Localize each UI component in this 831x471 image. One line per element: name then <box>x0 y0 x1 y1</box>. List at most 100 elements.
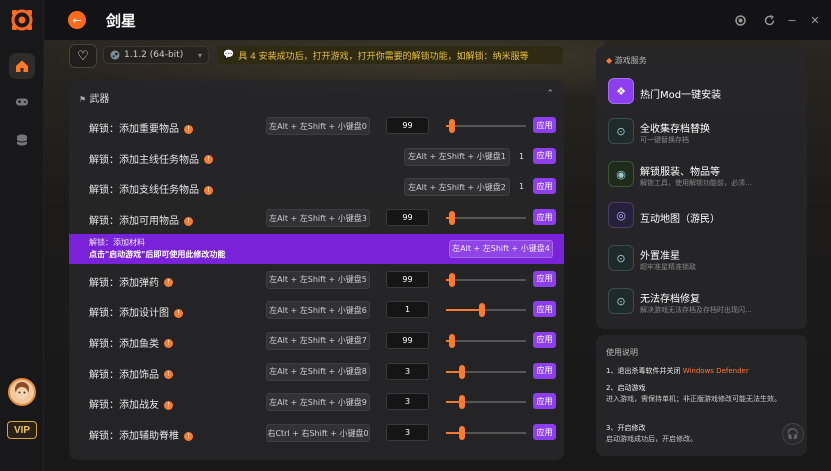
service-item[interactable]: ⊙ 无法存档修复 解决游戏无法存档及存档时出现闪... <box>606 286 802 320</box>
hotkey-field[interactable]: 左Alt + 左Shift + 小键盘8 <box>266 362 370 381</box>
slider-thumb[interactable] <box>449 333 456 348</box>
info-icon[interactable]: ! <box>164 339 173 349</box>
quantity-slider[interactable] <box>446 395 526 410</box>
service-item[interactable]: ⊙ 全收集存档替换 可一键替换存档 <box>606 116 802 150</box>
info-icon[interactable]: ! <box>184 216 193 226</box>
hotkey-field[interactable]: 左Alt + 左Shift + 小键盘5 <box>266 270 370 289</box>
flag-icon: ⚑ <box>79 95 87 104</box>
apply-button[interactable]: 应用 <box>533 209 556 226</box>
usage-step-2-title: 2、启动游戏 <box>606 384 646 392</box>
slider-thumb[interactable] <box>459 395 465 410</box>
info-icon[interactable]: ! <box>204 155 213 165</box>
feature-row: 解锁：添加战友! 左Alt + 左Shift + 小键盘9 3 应用 <box>69 387 564 417</box>
chevron-down-icon: ▾ <box>197 50 202 60</box>
apply-button[interactable]: 应用 <box>533 301 556 318</box>
slider-thumb[interactable] <box>449 211 456 226</box>
feature-label-text: 解锁：添加支线任务物品 <box>89 185 199 197</box>
hotkey-field[interactable]: 左Alt + 左Shift + 小键盘7 <box>266 331 370 350</box>
back-button[interactable]: ← <box>68 11 86 29</box>
service-item[interactable]: ◉ 解锁服装、物品等 解锁工具，使用解锁功能前，必须... <box>606 159 802 193</box>
apply-button[interactable]: 应用 <box>533 178 556 195</box>
quantity-input[interactable]: 3 <box>386 424 429 441</box>
quantity-input[interactable]: 3 <box>386 393 429 411</box>
quantity-slider[interactable] <box>446 426 526 440</box>
minimize-button[interactable]: − <box>785 13 799 27</box>
info-icon[interactable]: ! <box>204 185 213 195</box>
storage-nav[interactable] <box>9 127 35 153</box>
apply-button[interactable]: 应用 <box>533 362 556 379</box>
apply-button[interactable]: 应用 <box>533 393 556 410</box>
service-subtitle: 可一键替换存档 <box>640 136 689 144</box>
vip-badge[interactable]: VIP <box>7 421 37 439</box>
slider-thumb[interactable] <box>449 272 456 287</box>
quantity-input[interactable]: 99 <box>386 117 429 134</box>
service-item[interactable]: ❖ 热门Mod一键安装 <box>606 76 802 110</box>
close-button[interactable]: ✕ <box>808 13 822 27</box>
home-icon <box>16 60 28 72</box>
record-icon <box>734 14 746 26</box>
quantity-input[interactable]: 3 <box>386 362 429 380</box>
user-avatar[interactable] <box>8 378 36 406</box>
support-button[interactable]: 🎧 <box>782 423 804 445</box>
info-icon[interactable]: ! <box>164 278 173 287</box>
hotkey-field[interactable]: 左Alt + 左Shift + 小键盘9 <box>266 393 370 412</box>
section-title: 武器 <box>89 94 110 105</box>
hotkey-field[interactable]: 左Alt + 左Shift + 小键盘2 <box>404 178 510 197</box>
apply-button[interactable]: 应用 <box>533 117 556 133</box>
quantity-slider[interactable] <box>446 119 526 133</box>
hotkey-field[interactable]: 右Ctrl + 右Shift + 小键盘0 <box>266 424 370 442</box>
info-icon[interactable]: ! <box>184 124 193 134</box>
feature-label: 解锁：添加材料 <box>89 237 145 247</box>
services-title: 游戏服务 <box>614 56 647 65</box>
refresh-button[interactable] <box>762 13 776 27</box>
app-logo-icon[interactable] <box>10 8 34 32</box>
service-item[interactable]: ◎ 互动地图（游民） <box>606 200 802 234</box>
hotkey-field[interactable]: 左Alt + 左Shift + 小键盘3 <box>266 209 370 228</box>
quantity-slider[interactable] <box>446 333 526 348</box>
chevron-up-icon[interactable]: ⌃ <box>546 89 554 99</box>
version-select[interactable]: 1.1.2 (64-bit) ▾ <box>103 46 209 64</box>
heart-icon: ♡ <box>77 48 89 64</box>
info-icon[interactable]: ! <box>184 431 193 441</box>
feature-label: 解锁：添加支线任务物品! <box>89 181 213 196</box>
usage-step-3-body: 启动游戏成功后，开启修改。 <box>606 435 697 443</box>
apply-button[interactable]: 应用 <box>533 424 556 440</box>
apply-button[interactable]: 应用 <box>533 270 556 287</box>
hotkey-field[interactable]: 左Alt + 左Shift + 小键盘1 <box>404 147 510 166</box>
games-nav[interactable] <box>9 89 35 115</box>
section-header[interactable]: ⚑ 武器 <box>79 90 109 105</box>
slider-thumb[interactable] <box>449 119 456 133</box>
info-icon[interactable]: ! <box>174 308 183 318</box>
cube-icon: ◆ <box>606 56 613 65</box>
usage-step-1: 1、退出杀毒软件并关闭 Windows Defender <box>606 366 796 377</box>
quantity-input[interactable]: 99 <box>386 331 429 349</box>
quantity-slider[interactable] <box>446 303 526 318</box>
quantity-input[interactable]: 1 <box>386 301 429 319</box>
title-bar: ← 剑星 − ✕ <box>44 0 831 40</box>
quantity-slider[interactable] <box>446 272 526 287</box>
record-button[interactable] <box>733 13 747 27</box>
feature-label: 解锁：添加可用物品! <box>89 212 193 227</box>
quantity-input[interactable]: 99 <box>386 209 429 227</box>
apply-button[interactable]: 应用 <box>533 147 556 164</box>
slider-thumb[interactable] <box>459 426 465 440</box>
hotkey-field[interactable]: 左Alt + 左Shift + 小键盘6 <box>266 301 370 320</box>
slider-thumb[interactable] <box>479 303 485 318</box>
usage-title: 使用说明 <box>606 348 638 357</box>
feature-label-text: 解锁：添加鱼类 <box>89 338 159 350</box>
quantity-slider[interactable] <box>446 211 526 226</box>
apply-button[interactable]: 应用 <box>533 331 556 348</box>
hotkey-field[interactable]: 左Alt + 左Shift + 小键盘0 <box>266 117 370 135</box>
service-item[interactable]: ⊙ 外置准星 超牢准星精准锁敌 <box>606 243 802 277</box>
usage-step-1-title: 1、退出杀毒软件并关闭 <box>606 367 681 375</box>
quantity-slider[interactable] <box>446 364 526 379</box>
home-nav[interactable] <box>9 53 35 79</box>
quantity-input[interactable]: 99 <box>386 270 429 288</box>
usage-step-3-title: 3、开启修改 <box>606 424 646 432</box>
slider-thumb[interactable] <box>459 364 465 379</box>
favorite-button[interactable]: ♡ <box>69 44 97 68</box>
info-icon[interactable]: ! <box>164 400 173 410</box>
hotkey-field[interactable]: 左Alt + 左Shift + 小键盘4 <box>449 239 553 258</box>
info-icon[interactable]: ! <box>164 370 173 380</box>
feature-label: 解锁：添加鱼类! <box>89 335 173 350</box>
